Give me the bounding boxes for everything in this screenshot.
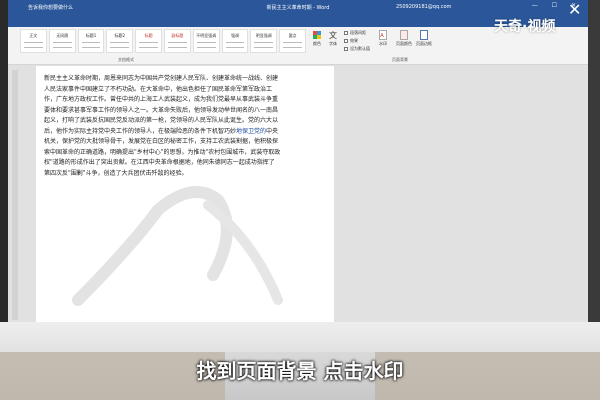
style-thumbnail-label: 标题 (144, 33, 153, 38)
monitor-right-edge (586, 0, 600, 340)
style-set-gallery: 正文 无间隔 标题1 标题2 标题 副标题 不明显强调 强调 明显强调 要点 (20, 29, 306, 53)
document-line: 权"道路的形成作出了突出贡献。在江西中央革命根据地，他同朱德同志一起成功指挥了 (44, 159, 275, 166)
document-line: 人民法家事件中国建立了不朽功勋。在大革命中，他出色担任了国民革命军第军政治工 (44, 85, 273, 93)
document-line: 后，他作为实际主持党中央工作的领导人，在极端险恶的条件下机智巧妙地保卫党的中央 (44, 127, 279, 135)
style-thumbnail[interactable]: 标题2 (106, 29, 134, 53)
set-default-label: 设为默认值 (350, 46, 370, 51)
colors-label: 颜色 (313, 41, 321, 46)
document-line: 索中国革命的正确道路，明确提出"乡村中心"的思想，为推动"农村包围城市，武装夺取… (44, 148, 281, 156)
style-thumbnail[interactable]: 标题 (135, 29, 162, 53)
document-line: 作，广东地方政权工作。曾任中共的上海工人武装起义，成为我们党最早从事武装斗争重 (44, 96, 279, 103)
style-thumbnail[interactable]: 无间隔 (48, 29, 76, 53)
document-line: 起义，打响了武装反抗国民党反动派的第一枪，党领导的人民军队从此诞生。党的六大以 (44, 117, 279, 124)
style-thumbnail[interactable]: 标题1 (77, 29, 105, 53)
style-thumbnail[interactable]: 不明显强调 (192, 29, 220, 53)
fonts-button[interactable]: 文 字体 (328, 30, 338, 47)
effects-option[interactable]: 效果 (344, 38, 358, 44)
style-thumbnail-label: 无间隔 (56, 33, 69, 38)
page-color-label: 页面颜色 (396, 41, 412, 46)
style-thumbnail-label: 强调 (230, 33, 239, 38)
style-thumbnail-label: 不明显强调 (196, 33, 217, 38)
style-thumbnail[interactable]: 正文 (20, 29, 47, 53)
effects-checkbox[interactable] (344, 39, 348, 43)
document-formatting-group-label: 文档格式 (118, 57, 134, 62)
svg-text:文: 文 (329, 30, 337, 40)
page-border-button[interactable]: 页面边框 (416, 30, 432, 47)
style-thumbnail-label: 明显强调 (255, 33, 272, 38)
highlighted-text: 地保卫党的 (236, 127, 267, 135)
account-name[interactable]: 2509209181@qq.com (396, 4, 451, 10)
video-caption: 找到页面背景 点击水印 (196, 359, 404, 383)
style-thumbnail-label: 标题2 (114, 33, 126, 38)
style-thumbnail[interactable]: 明显强调 (250, 29, 278, 53)
page-background-group-label: 页面背景 (392, 57, 408, 62)
document-line: 要体和要求甚事军事工作的领导人之一。大革命失败后，他领导发动举世闻名的八一南昌 (44, 106, 279, 114)
svg-text:A: A (380, 33, 384, 39)
document-line: 第四次反"围剿"斗争，创造了大兵团伏击歼敌的经验。 (44, 169, 188, 177)
document-line: 机关，保护党的大批领导骨干，发展党在白区的秘密工作，支持工农武装割据，他积极探 (44, 138, 279, 145)
paragraph-spacing-option[interactable]: 段落间距 (344, 30, 366, 36)
watermark-icon: A (379, 30, 387, 40)
page-border-icon (420, 30, 428, 40)
watermark-label: 水印 (379, 41, 387, 46)
page-border-label: 页面边框 (416, 41, 432, 46)
document-line: 新民主主义革命时期，周恩来同志为中国共产党创建人民军队、创建革命统一战线、创建 (44, 75, 279, 82)
title-bar: 告诉我你想要做什么 新民主主义革命时期 - Word 2509209181@qq… (8, 0, 588, 14)
page-color-icon (400, 30, 408, 40)
brand-logo: 天奇·视频 (494, 19, 556, 35)
fonts-label: 字体 (329, 41, 337, 46)
set-default-option[interactable]: 设为默认值 (344, 46, 370, 52)
palette-icon (313, 31, 321, 39)
colors-button[interactable]: 颜色 (312, 30, 322, 47)
word-window: 告诉我你想要做什么 新民主主义革命时期 - Word 2509209181@qq… (8, 0, 588, 322)
effects-label: 效果 (350, 38, 358, 43)
paragraph-spacing-label: 段落间距 (350, 30, 366, 35)
watermark-button[interactable]: A 水印 (378, 30, 388, 47)
style-thumbnail-label: 副标题 (171, 33, 184, 38)
style-thumbnail[interactable]: 强调 (221, 29, 249, 53)
window-title: 新民主主义革命时期 - Word (266, 5, 330, 11)
page-color-button[interactable]: 页面颜色 (396, 30, 412, 47)
document-body[interactable]: 新民主主义革命时期，周恩来同志为中国共产党创建人民军队、创建革命统一战线、创建人… (44, 74, 324, 179)
set-default-checkbox[interactable] (344, 47, 348, 51)
style-thumbnail-label: 要点 (288, 33, 297, 38)
font-icon: 文 (329, 30, 337, 40)
style-thumbnail-label: 正文 (29, 33, 38, 38)
paragraph-spacing-checkbox[interactable] (344, 31, 348, 35)
close-icon[interactable]: ✕ (568, 0, 581, 19)
style-thumbnail[interactable]: 副标题 (163, 29, 191, 53)
monitor-bezel (0, 322, 600, 352)
vertical-ruler (12, 70, 18, 320)
style-thumbnail-label: 标题1 (85, 33, 97, 38)
style-thumbnail[interactable]: 要点 (279, 29, 306, 53)
